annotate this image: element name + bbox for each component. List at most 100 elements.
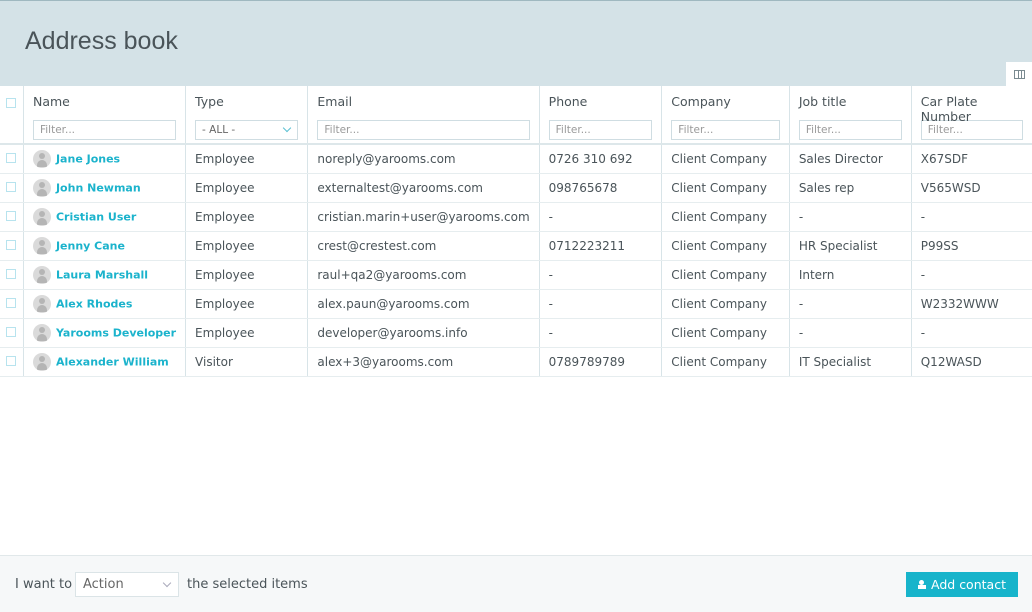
cell: Client Company	[661, 202, 790, 232]
column-filter-input[interactable]: Filter...	[920, 120, 1023, 140]
name-cell: Jenny Cane	[23, 231, 187, 261]
contact-name-link[interactable]: John Newman	[56, 181, 141, 194]
table-row: Alexander William Visitor alex+3@yarooms.c…	[0, 347, 1032, 377]
bulk-action-suffix: the selected items	[187, 577, 308, 592]
row-select-cell	[0, 202, 24, 232]
add-contact-label: Add contact	[931, 577, 1006, 592]
table-row: Alex Rhodes Employee alex.paun@yarooms.com…	[0, 289, 1032, 319]
column-filter-input[interactable]: Filter...	[32, 120, 177, 140]
contact-name-link[interactable]: Alex Rhodes	[56, 297, 132, 310]
avatar	[32, 294, 51, 313]
contact-name-link[interactable]: Alexander William	[56, 355, 169, 368]
table-row: Yarooms Developer Employee developer@yaroo…	[0, 318, 1032, 348]
contact-name-link[interactable]: Laura Marshall	[56, 268, 148, 281]
cell: externaltest@yarooms.com	[307, 173, 540, 203]
select-all-checkbox[interactable]	[6, 98, 17, 108]
column-label[interactable]: Name	[33, 94, 176, 114]
row-checkbox[interactable]	[6, 152, 17, 163]
column-filter-input[interactable]: Filter...	[548, 120, 653, 140]
cell: -	[539, 260, 663, 290]
column-header-1: Type - ALL -	[185, 86, 309, 145]
select-all-cell	[0, 86, 24, 145]
cell: X67SDF	[911, 144, 1032, 174]
avatar	[32, 265, 51, 284]
cell: -	[539, 202, 663, 232]
contact-name-link[interactable]: Cristian User	[56, 210, 136, 223]
cell: -	[911, 202, 1032, 232]
name-cell: Yarooms Developer	[23, 318, 187, 348]
add-user-icon	[918, 580, 927, 589]
name-cell: Laura Marshall	[23, 260, 187, 290]
contacts-table: Name Filter... Type - ALL - Email Filter... Ph…	[0, 86, 1032, 377]
column-filter-input[interactable]: Filter...	[798, 120, 902, 140]
row-checkbox[interactable]	[6, 355, 17, 366]
cell: Employee	[185, 260, 309, 290]
cell: 098765678	[539, 173, 663, 203]
cell: Client Company	[661, 347, 790, 377]
column-label[interactable]: Car Plate Number	[921, 94, 1023, 124]
column-label[interactable]: Company	[671, 94, 780, 114]
name-cell: John Newman	[23, 173, 187, 203]
row-checkbox[interactable]	[6, 326, 17, 337]
cell: noreply@yarooms.com	[307, 144, 540, 174]
add-contact-button[interactable]: Add contact	[906, 572, 1018, 597]
contact-name-link[interactable]: Jane Jones	[56, 152, 120, 165]
name-cell: Jane Jones	[23, 144, 187, 174]
column-filter-input[interactable]: Filter...	[317, 120, 530, 140]
avatar	[32, 149, 51, 168]
cell: Client Company	[661, 144, 790, 174]
contact-name-link[interactable]: Jenny Cane	[56, 239, 125, 252]
cell: Employee	[185, 173, 309, 203]
cell: -	[911, 318, 1032, 348]
name-cell: Cristian User	[23, 202, 187, 232]
column-label[interactable]: Phone	[549, 94, 653, 114]
column-header-2: Email Filter...	[307, 86, 540, 145]
cell: Employee	[185, 318, 309, 348]
cell: -	[789, 289, 912, 319]
row-checkbox[interactable]	[6, 239, 17, 250]
column-header-4: Company Filter...	[661, 86, 790, 145]
row-select-cell	[0, 260, 24, 290]
action-select[interactable]: Action	[75, 572, 179, 597]
cell: Intern	[789, 260, 912, 290]
cell: Client Company	[661, 260, 790, 290]
row-checkbox[interactable]	[6, 181, 17, 192]
cell: -	[789, 318, 912, 348]
column-label[interactable]: Job title	[799, 94, 902, 114]
cell: alex.paun@yarooms.com	[307, 289, 540, 319]
column-label[interactable]: Type	[195, 94, 298, 114]
footer-bar: I want to Action the selected items Add …	[0, 555, 1032, 612]
cell: IT Specialist	[789, 347, 912, 377]
cell: Employee	[185, 289, 309, 319]
cell: alex+3@yarooms.com	[307, 347, 540, 377]
cell: W2332WWW	[911, 289, 1032, 319]
cell: raul+qa2@yarooms.com	[307, 260, 540, 290]
avatar	[32, 323, 51, 342]
cell: -	[539, 289, 663, 319]
column-label[interactable]: Email	[317, 94, 529, 114]
column-header-3: Phone Filter...	[539, 86, 663, 145]
row-checkbox[interactable]	[6, 268, 17, 279]
columns-toggle-button[interactable]	[1006, 62, 1032, 86]
cell: P99SS	[911, 231, 1032, 261]
cell: 0789789789	[539, 347, 663, 377]
cell: Sales Director	[789, 144, 912, 174]
column-filter-input[interactable]: Filter...	[671, 120, 780, 140]
cell: Employee	[185, 144, 309, 174]
row-checkbox[interactable]	[6, 210, 17, 221]
cell: 0712223211	[539, 231, 663, 261]
table-row: Jane Jones Employee noreply@yarooms.com 072…	[0, 144, 1032, 174]
row-checkbox[interactable]	[6, 297, 17, 308]
cell: Client Company	[661, 289, 790, 319]
name-cell: Alexander William	[23, 347, 187, 377]
cell: Q12WASD	[911, 347, 1032, 377]
avatar	[32, 207, 51, 226]
cell: developer@yarooms.info	[307, 318, 540, 348]
table-row: Jenny Cane Employee crest@crestest.com 0712…	[0, 231, 1032, 261]
row-select-cell	[0, 347, 24, 377]
cell: cristian.marin+user@yarooms.com	[307, 202, 540, 232]
columns-icon	[1013, 69, 1025, 79]
cell: HR Specialist	[789, 231, 912, 261]
type-filter-select[interactable]: - ALL -	[195, 120, 299, 140]
contact-name-link[interactable]: Yarooms Developer	[56, 326, 176, 339]
